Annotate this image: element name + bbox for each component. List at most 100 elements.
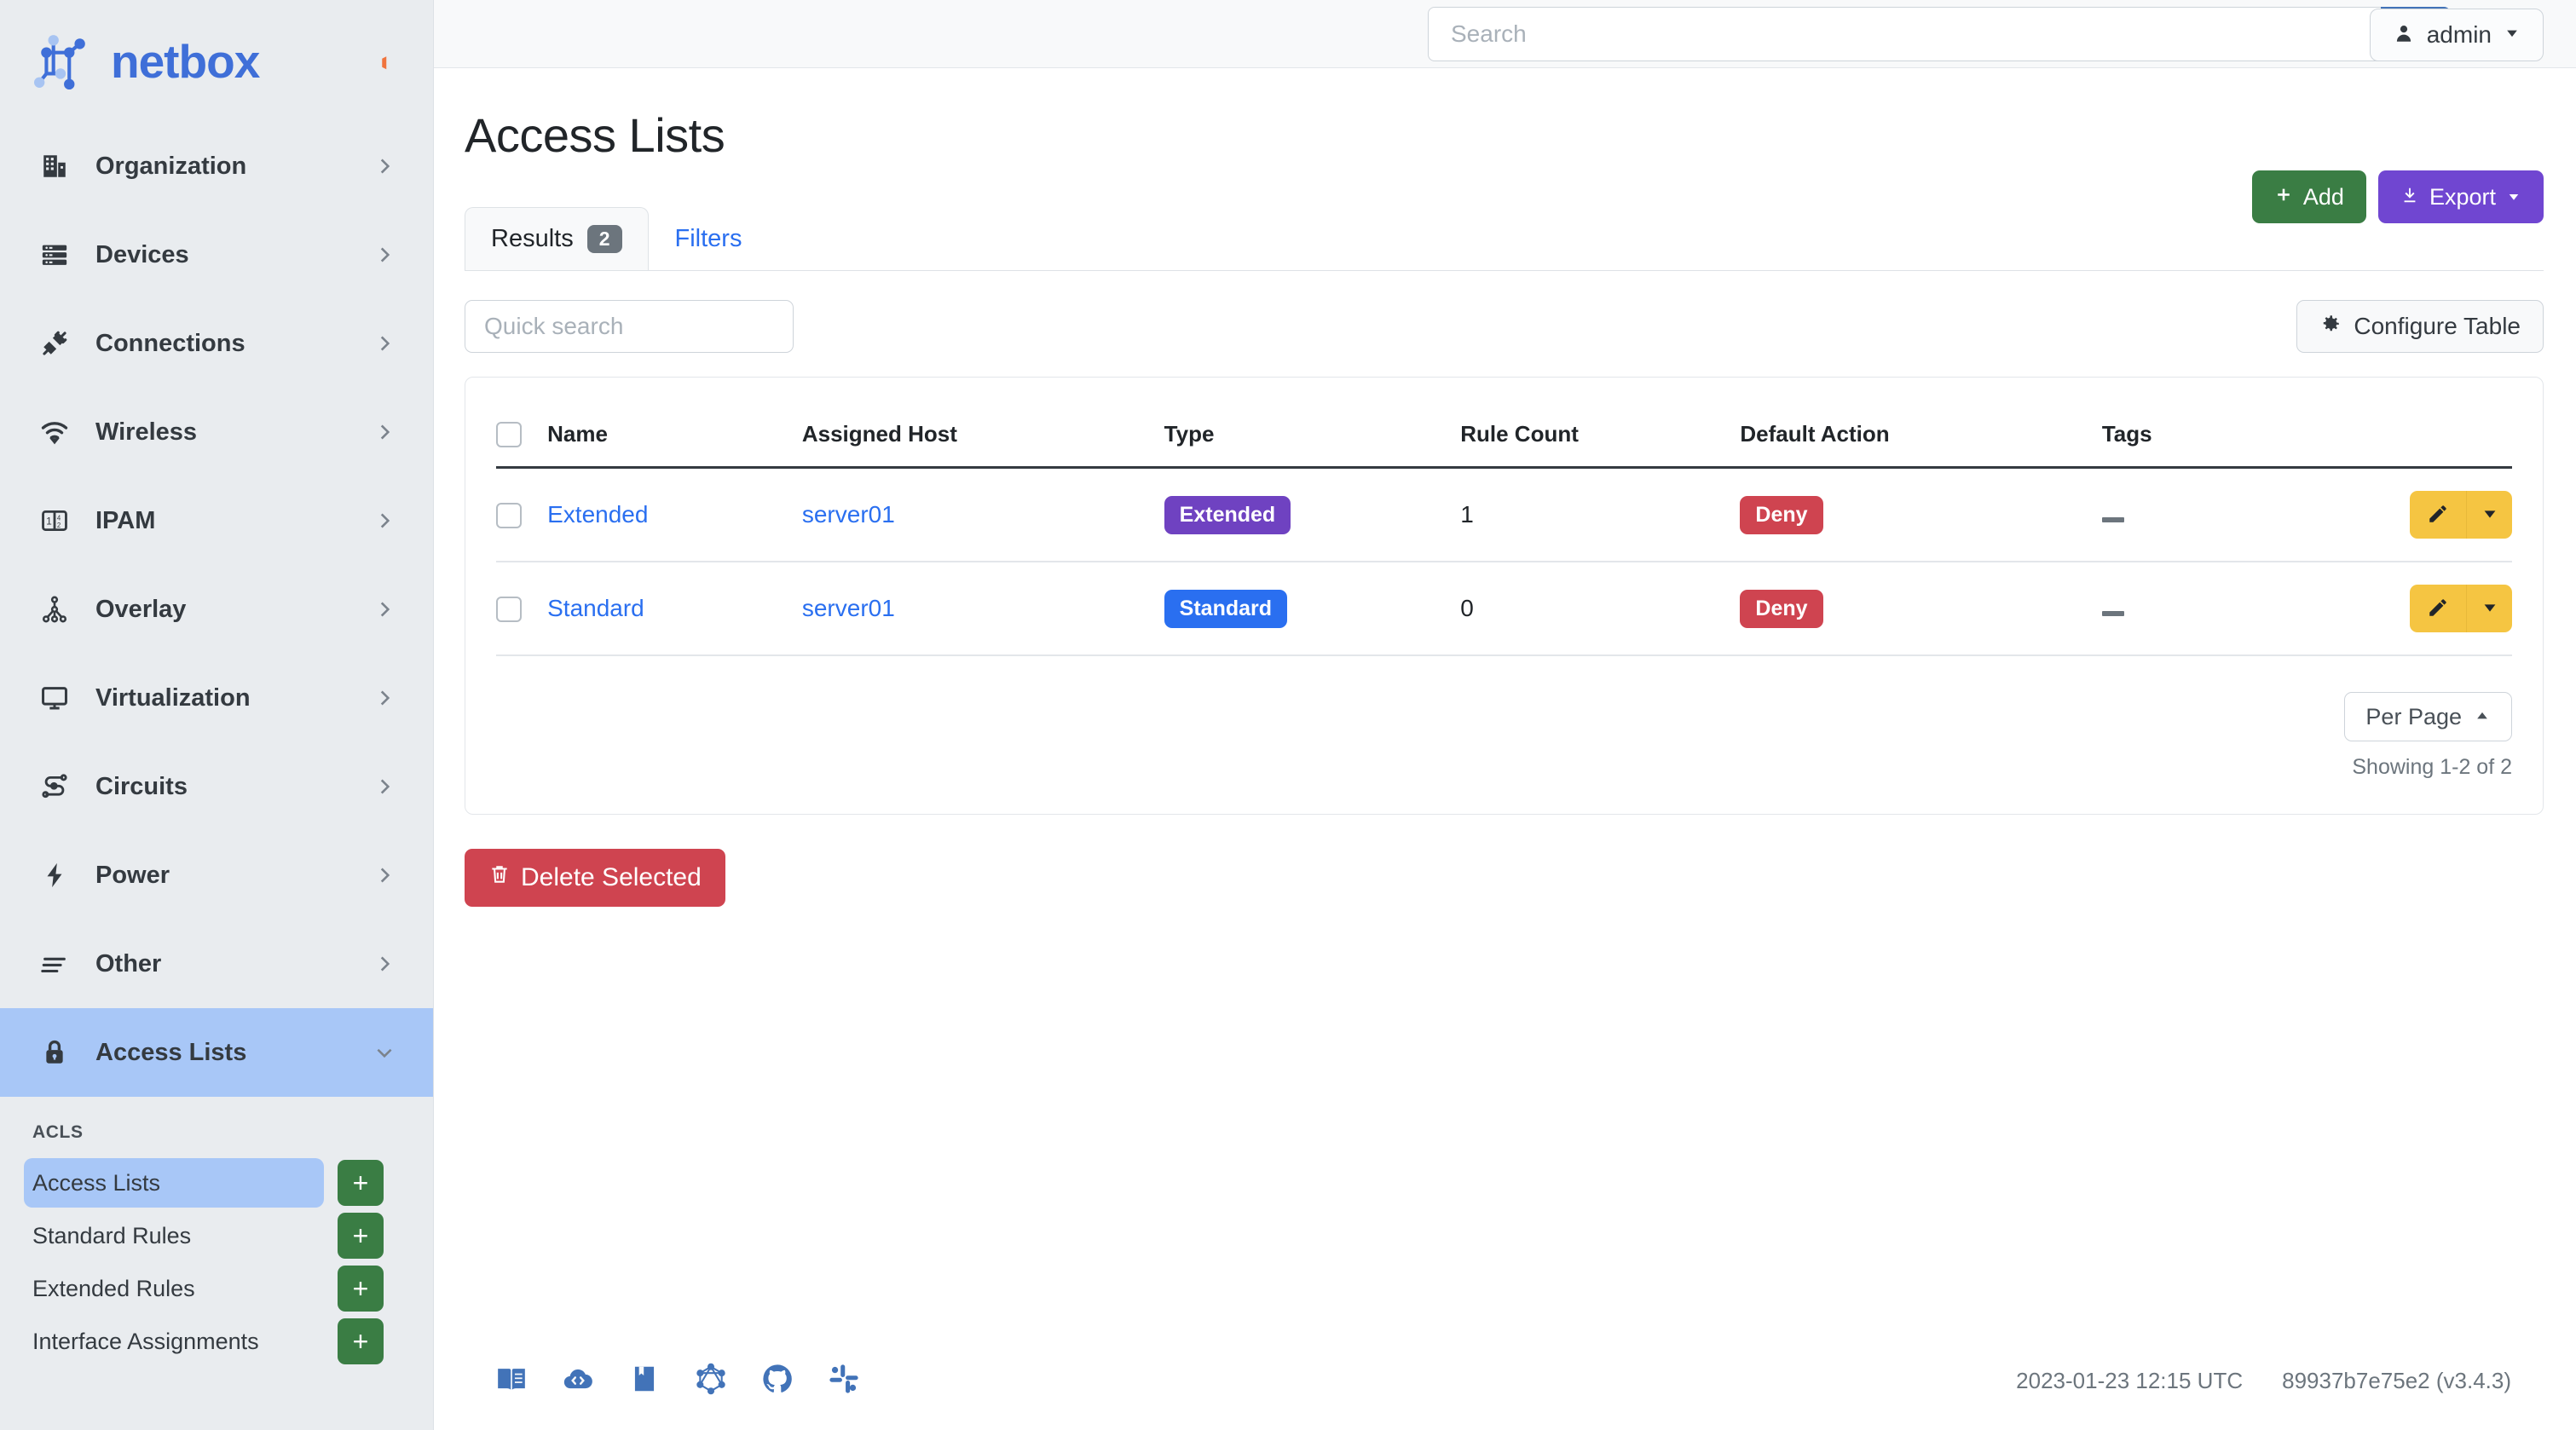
edit-button[interactable]: [2410, 491, 2466, 539]
sidebar-item-circuits[interactable]: Circuits: [0, 742, 433, 831]
gear-icon: [2319, 313, 2342, 341]
cloud-api-icon[interactable]: [562, 1363, 594, 1399]
search-input[interactable]: [1428, 7, 2381, 61]
caret-up-icon: [2474, 704, 2491, 730]
building-icon: [32, 152, 77, 181]
sidebar-item-devices[interactable]: Devices: [0, 210, 433, 299]
app-root: netbox: [0, 0, 2576, 1430]
caret-down-icon: [2481, 505, 2499, 526]
row-dropdown-button[interactable]: [2466, 491, 2512, 539]
sidebar-subitem-label[interactable]: Extended Rules: [32, 1264, 324, 1313]
slack-icon[interactable]: [828, 1363, 860, 1399]
results-card: Name Assigned Host Type Rule Count Defau…: [465, 377, 2544, 815]
sidebar-item-access-lists[interactable]: Access Lists: [0, 1008, 433, 1097]
sidebar-item-label: Overlay: [95, 596, 373, 624]
lock-icon: [32, 1038, 77, 1067]
graphql-icon[interactable]: [695, 1363, 727, 1399]
sidebar-subitem-interface-assignments[interactable]: Interface Assignments +: [0, 1315, 433, 1368]
default-action-badge: Deny: [1740, 496, 1822, 534]
sidebar-item-overlay[interactable]: Overlay: [0, 565, 433, 654]
configure-table-button[interactable]: Configure Table: [2296, 300, 2544, 353]
svg-text:1: 1: [46, 516, 52, 528]
export-button[interactable]: Export: [2378, 170, 2544, 223]
sidebar-item-label: IPAM: [95, 507, 373, 535]
brand-name: netbox: [111, 34, 259, 89]
delete-selected-label: Delete Selected: [521, 863, 702, 892]
row-checkbox[interactable]: [496, 597, 522, 622]
assigned-host-link[interactable]: server01: [802, 595, 895, 621]
main-area: admin Access Lists Add: [434, 0, 2576, 1430]
select-all-checkbox[interactable]: [496, 422, 522, 447]
footer-links: [495, 1363, 860, 1399]
sidebar-item-power[interactable]: Power: [0, 831, 433, 920]
edit-button[interactable]: [2410, 585, 2466, 632]
configure-table-label: Configure Table: [2354, 313, 2521, 340]
showing-count: Showing 1-2 of 2: [2352, 755, 2512, 780]
table-head: Name Assigned Host Type Rule Count Defau…: [496, 378, 2512, 468]
sidebar-subitem-label[interactable]: Access Lists: [24, 1158, 324, 1208]
sidebar-subitem-label[interactable]: Standard Rules: [32, 1211, 324, 1260]
user-menu-label: admin: [2427, 21, 2492, 49]
sidebar-item-label: Other: [95, 950, 373, 978]
cell-row-actions: [2410, 468, 2512, 562]
tab-filters[interactable]: Filters: [649, 207, 769, 270]
tab-filters-label: Filters: [675, 225, 742, 253]
netbox-logo-icon: [34, 33, 90, 89]
page-header: Access Lists Add Export: [434, 68, 2576, 163]
column-header-assigned-host[interactable]: Assigned Host: [802, 378, 1164, 468]
row-checkbox[interactable]: [496, 503, 522, 528]
column-header-type[interactable]: Type: [1164, 378, 1461, 468]
brand-header[interactable]: netbox: [0, 0, 433, 122]
footer-meta: 2023-01-23 12:15 UTC 89937b7e75e2 (v3.4.…: [2016, 1368, 2511, 1394]
sidebar-subitem-access-lists[interactable]: Access Lists +: [0, 1156, 433, 1209]
table-toolbar: Configure Table: [465, 271, 2544, 353]
sidebar-item-label: Devices: [95, 241, 373, 269]
quick-search-input[interactable]: [465, 300, 794, 353]
add-button-label: Add: [2303, 184, 2344, 210]
pin-icon[interactable]: [368, 51, 394, 81]
sidebar-item-organization[interactable]: Organization: [0, 122, 433, 210]
github-icon[interactable]: [761, 1363, 794, 1399]
cell-type: Standard: [1164, 562, 1461, 655]
sidebar-item-label: Circuits: [95, 773, 373, 801]
sidebar-nav: Organization: [0, 122, 433, 1368]
per-page-button[interactable]: Per Page: [2344, 692, 2512, 741]
sidebar-subitem-label[interactable]: Interface Assignments: [32, 1317, 324, 1366]
plus-icon[interactable]: +: [338, 1318, 384, 1364]
column-header-rule-count[interactable]: Rule Count: [1460, 378, 1740, 468]
user-menu-button[interactable]: admin: [2370, 9, 2544, 61]
plus-icon[interactable]: +: [338, 1266, 384, 1312]
access-list-link[interactable]: Standard: [547, 595, 644, 621]
column-header-name[interactable]: Name: [547, 378, 802, 468]
sidebar-subitem-extended-rules[interactable]: Extended Rules +: [0, 1262, 433, 1315]
caret-down-icon: [2481, 598, 2499, 620]
sidebar-item-connections[interactable]: Connections: [0, 299, 433, 388]
caret-down-icon: [2504, 25, 2521, 46]
chevron-right-icon: [373, 864, 396, 886]
page-title: Access Lists: [465, 107, 725, 163]
assigned-host-link[interactable]: server01: [802, 501, 895, 528]
access-list-link[interactable]: Extended: [547, 501, 648, 528]
row-dropdown-button[interactable]: [2466, 585, 2512, 632]
tab-results[interactable]: Results 2: [465, 207, 649, 270]
book-icon[interactable]: [495, 1363, 528, 1399]
sidebar-item-ipam[interactable]: 1 4 2 IPAM: [0, 476, 433, 565]
column-header-default-action[interactable]: Default Action: [1740, 378, 2101, 468]
sidebar-subitem-standard-rules[interactable]: Standard Rules +: [0, 1209, 433, 1262]
table-header-row: Name Assigned Host Type Rule Count Defau…: [496, 378, 2512, 468]
sidebar-item-virtualization[interactable]: Virtualization: [0, 654, 433, 742]
sidebar-item-wireless[interactable]: Wireless: [0, 388, 433, 476]
column-header-tags[interactable]: Tags: [2102, 378, 2410, 468]
delete-selected-button[interactable]: Delete Selected: [465, 849, 725, 907]
bookmark-icon[interactable]: [628, 1363, 661, 1399]
plug-icon: [32, 329, 77, 358]
add-button[interactable]: Add: [2252, 170, 2366, 223]
cell-name: Extended: [547, 468, 802, 562]
cell-assigned-host: server01: [802, 468, 1164, 562]
plus-icon[interactable]: +: [338, 1213, 384, 1259]
row-action-group: [2410, 585, 2512, 632]
sidebar-item-other[interactable]: Other: [0, 920, 433, 1008]
table-row: Extended server01 Extended 1 Deny: [496, 468, 2512, 562]
page-content: Results 2 Filters Configure Table: [434, 163, 2576, 1430]
plus-icon[interactable]: +: [338, 1160, 384, 1206]
